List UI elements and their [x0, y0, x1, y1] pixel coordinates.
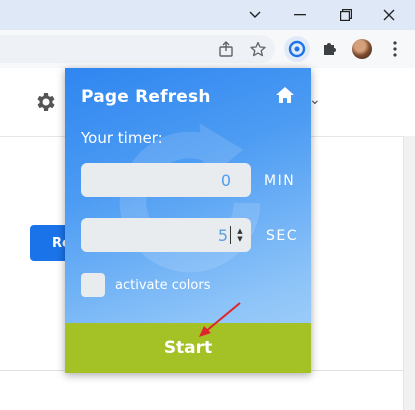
- browser-toolbar: [0, 30, 415, 69]
- seconds-stepper[interactable]: ▲ ▼: [235, 224, 245, 246]
- minimize-icon[interactable]: [280, 0, 320, 30]
- activate-colors-checkbox[interactable]: [81, 273, 105, 297]
- seconds-value: 5: [217, 225, 228, 245]
- page-refresh-extension-icon[interactable]: [284, 36, 310, 62]
- page-scrollbar[interactable]: [403, 136, 415, 410]
- seconds-unit-label: SEC: [266, 228, 299, 244]
- activate-colors-label: activate colors: [115, 278, 211, 293]
- menu-kebab-icon[interactable]: [382, 36, 408, 62]
- share-icon[interactable]: [213, 36, 239, 62]
- start-button-label: Start: [163, 338, 213, 358]
- extensions-puzzle-icon[interactable]: [316, 36, 342, 62]
- window-titlebar: [0, 0, 415, 30]
- popup-title: Page Refresh: [81, 87, 211, 107]
- star-icon[interactable]: [245, 36, 271, 62]
- timer-label: Your timer:: [81, 129, 163, 147]
- restore-icon[interactable]: [326, 0, 366, 30]
- seconds-input[interactable]: 5 ▲ ▼: [81, 218, 251, 252]
- text-caret: [230, 226, 231, 244]
- minutes-value: 0: [220, 170, 231, 190]
- start-button[interactable]: Start: [65, 323, 311, 373]
- stepper-down-icon[interactable]: ▼: [237, 235, 242, 243]
- chevron-down-icon[interactable]: [235, 0, 275, 30]
- gear-icon[interactable]: [33, 90, 57, 118]
- close-icon[interactable]: [369, 0, 409, 30]
- profile-avatar[interactable]: [349, 36, 375, 62]
- annotation-arrow-icon: [199, 302, 241, 337]
- minutes-input[interactable]: 0: [81, 163, 251, 197]
- home-icon[interactable]: [275, 86, 295, 108]
- stepper-up-icon[interactable]: ▲: [237, 227, 242, 235]
- page-action-button[interactable]: Re: [30, 225, 71, 261]
- minutes-unit-label: MIN: [264, 173, 296, 189]
- page-refresh-popup: Page Refresh Your timer: 0 MIN 5 ▲ ▼ SEC…: [65, 68, 311, 373]
